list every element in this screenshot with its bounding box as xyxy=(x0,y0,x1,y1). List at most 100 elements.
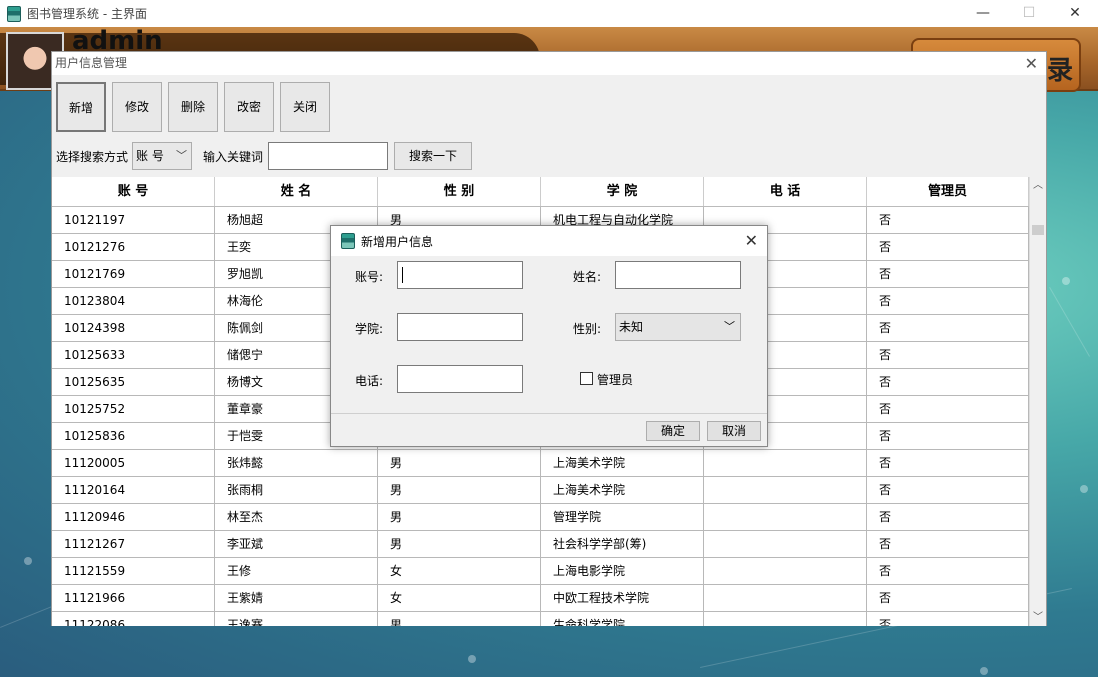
table-cell: 10125635 xyxy=(52,369,215,395)
table-row[interactable]: 11121267 李亚斌男社会科学学部(筹) 否 xyxy=(52,531,1029,558)
book-icon xyxy=(341,233,355,249)
name-input[interactable] xyxy=(615,261,741,289)
scroll-down-icon[interactable]: ﹀ xyxy=(1030,609,1046,626)
dialog-close-icon[interactable]: ✕ xyxy=(745,231,758,250)
text-cursor xyxy=(402,267,403,283)
column-header[interactable]: 管理员 xyxy=(867,177,1029,206)
table-cell: 否 xyxy=(867,396,1029,422)
edit-button[interactable]: 修改 xyxy=(112,82,162,132)
table-cell: 否 xyxy=(867,234,1029,260)
table-cell: 上海美术学院 xyxy=(541,477,704,503)
chevron-down-icon: ﹀ xyxy=(176,149,188,162)
search-button[interactable]: 搜索一下 xyxy=(394,142,473,170)
table-cell xyxy=(704,558,867,584)
add-button[interactable]: 新增 xyxy=(56,82,106,132)
book-icon xyxy=(7,5,21,22)
admin-label: 管理员 xyxy=(597,373,634,387)
table-row[interactable]: 11120005 张炜懿男上海美术学院 否 xyxy=(52,450,1029,477)
table-cell: 否 xyxy=(867,612,1029,626)
column-header[interactable]: 学 院 xyxy=(541,177,704,206)
table-cell: 男 xyxy=(378,450,541,476)
phone-input[interactable] xyxy=(397,365,523,393)
table-cell: 中欧工程技术学院 xyxy=(541,585,704,611)
table-row[interactable]: 11120164 张雨桐男上海美术学院 否 xyxy=(52,477,1029,504)
column-header[interactable]: 账 号 xyxy=(52,177,215,206)
column-header[interactable]: 性 别 xyxy=(378,177,541,206)
chevron-down-icon: ﹀ xyxy=(724,320,735,333)
college-label: 学院: xyxy=(355,322,384,336)
table-cell: 10125633 xyxy=(52,342,215,368)
table-cell: 否 xyxy=(867,423,1029,449)
table-cell: 否 xyxy=(867,288,1029,314)
name-label: 姓名: xyxy=(573,270,602,284)
table-row[interactable]: 11120946 林至杰男管理学院 否 xyxy=(52,504,1029,531)
table-cell: 生命科学学院 xyxy=(541,612,704,626)
table-cell: 否 xyxy=(867,450,1029,476)
table-cell: 10121197 xyxy=(52,207,215,233)
keyword-input[interactable] xyxy=(268,142,389,170)
table-row[interactable]: 11122086 王逸赛男生命科学学院 否 xyxy=(52,612,1029,626)
table-row[interactable]: 11121966 王紫婧女中欧工程技术学院 否 xyxy=(52,585,1029,612)
table-cell xyxy=(704,585,867,611)
delete-button[interactable]: 删除 xyxy=(168,82,218,132)
column-header[interactable]: 电 话 xyxy=(704,177,867,206)
college-input[interactable] xyxy=(397,313,523,341)
logout-label: 录 xyxy=(1046,56,1073,86)
table-row[interactable]: 11121559 王修女上海电影学院 否 xyxy=(52,558,1029,585)
table-cell: 男 xyxy=(378,531,541,557)
table-cell xyxy=(704,612,867,626)
close-button[interactable]: 关闭 xyxy=(280,82,330,132)
table-cell: 王修 xyxy=(215,558,378,584)
maximize-icon: ☐ xyxy=(1022,5,1036,21)
scroll-up-icon[interactable]: ︿ xyxy=(1030,177,1046,194)
table-cell: 11120946 xyxy=(52,504,215,530)
table-cell: 否 xyxy=(867,477,1029,503)
window-title: 图书管理系统 - 主界面 xyxy=(27,7,147,21)
search-mode-select[interactable]: 账 号 ﹀ xyxy=(132,142,193,170)
table-cell: 10121769 xyxy=(52,261,215,287)
table-cell: 11121267 xyxy=(52,531,215,557)
table-cell: 11120005 xyxy=(52,450,215,476)
table-cell: 10125836 xyxy=(52,423,215,449)
table-cell: 上海美术学院 xyxy=(541,450,704,476)
account-input[interactable] xyxy=(397,261,523,289)
table-cell: 11122086 xyxy=(52,612,215,626)
table-cell: 否 xyxy=(867,315,1029,341)
scroll-thumb[interactable] xyxy=(1032,225,1044,235)
change-password-button[interactable]: 改密 xyxy=(224,82,274,132)
close-icon[interactable]: ✕ xyxy=(1052,0,1098,27)
table-cell: 张雨桐 xyxy=(215,477,378,503)
add-user-dialog: 新增用户信息 ✕ 账号: 姓名: 学院: 性别: 未知 ﹀ 电话: 管理员 确定… xyxy=(330,225,768,447)
gender-label: 性别: xyxy=(573,322,602,336)
table-cell: 11121966 xyxy=(52,585,215,611)
dialog-title: 新增用户信息 xyxy=(361,234,434,249)
table-cell: 女 xyxy=(378,585,541,611)
search-mode-label: 选择搜索方式 xyxy=(56,149,129,164)
ok-button[interactable]: 确定 xyxy=(646,421,700,441)
table-cell: 男 xyxy=(378,612,541,626)
minimize-icon[interactable]: — xyxy=(960,0,1006,27)
table-cell: 王逸赛 xyxy=(215,612,378,626)
table-cell: 否 xyxy=(867,585,1029,611)
table-cell: 李亚斌 xyxy=(215,531,378,557)
table-cell: 否 xyxy=(867,504,1029,530)
table-cell: 10124398 xyxy=(52,315,215,341)
account-label: 账号: xyxy=(355,270,384,284)
dialog-footer: 确定 取消 xyxy=(331,413,767,447)
frame-close-icon[interactable]: ✕ xyxy=(1025,54,1038,73)
admin-checkbox[interactable] xyxy=(580,372,593,385)
frame-title: 用户信息管理 xyxy=(52,52,1046,75)
keyword-label: 输入关键词 xyxy=(203,149,264,164)
column-header[interactable]: 姓 名 xyxy=(215,177,378,206)
table-cell: 否 xyxy=(867,261,1029,287)
vertical-scrollbar[interactable]: ︿ ﹀ xyxy=(1029,177,1046,626)
table-cell: 否 xyxy=(867,531,1029,557)
cancel-button[interactable]: 取消 xyxy=(707,421,761,441)
table-cell: 否 xyxy=(867,558,1029,584)
table-cell: 否 xyxy=(867,369,1029,395)
table-cell: 10123804 xyxy=(52,288,215,314)
gender-select[interactable]: 未知 ﹀ xyxy=(615,313,741,341)
table-cell: 张炜懿 xyxy=(215,450,378,476)
table-cell: 社会科学学部(筹) xyxy=(541,531,704,557)
dialog-titlebar: 新增用户信息 xyxy=(331,226,767,256)
